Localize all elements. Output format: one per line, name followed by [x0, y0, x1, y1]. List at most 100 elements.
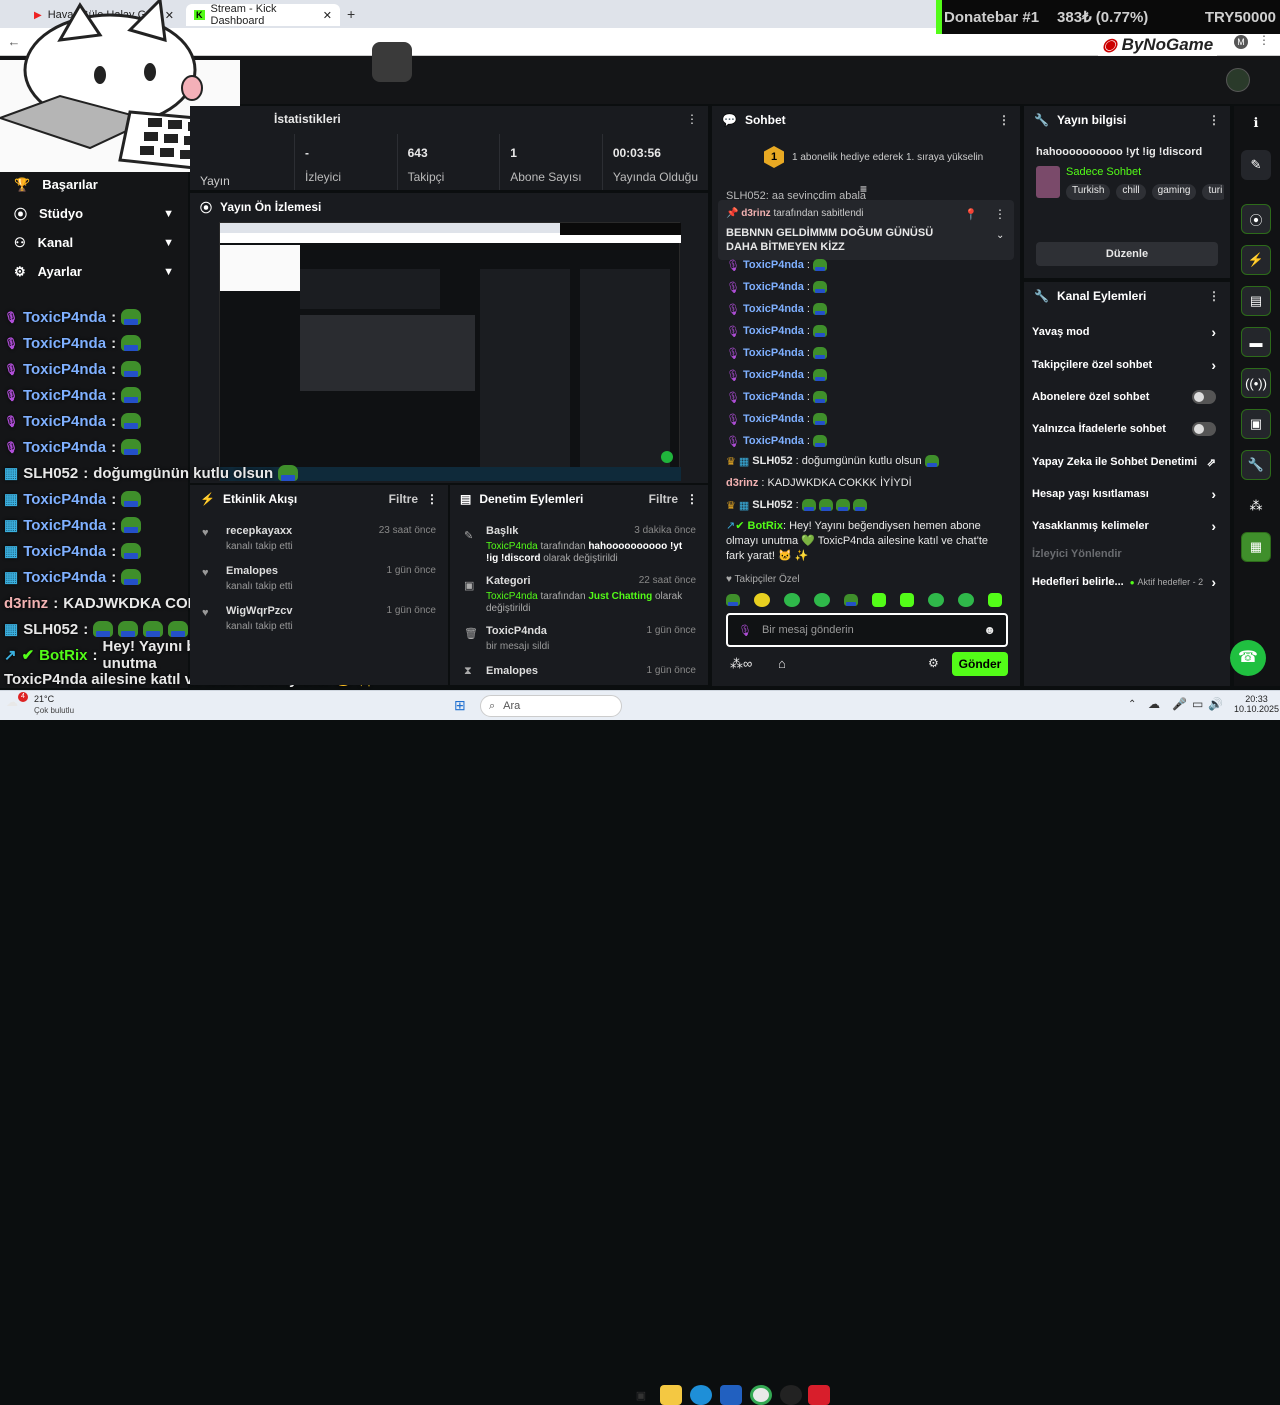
gift-prompt[interactable]: 1 abonelik hediye ederek 1. sıraya yükse…	[792, 152, 983, 163]
bynogame-logo: ◉ ByNoGame	[1098, 34, 1218, 56]
close-icon[interactable]: ✕	[165, 9, 174, 22]
mic-icon[interactable]: 🎤	[1172, 697, 1187, 711]
cloud-icon[interactable]: ☁	[1148, 697, 1160, 711]
notes-icon[interactable]: ▤	[1241, 286, 1271, 316]
volume-icon[interactable]: 🔊	[1208, 697, 1223, 711]
reload-icon[interactable]: ↻	[56, 34, 72, 50]
stat-followers: 643 Takipçi	[396, 134, 500, 190]
activity-menu-icon[interactable]: ⋮	[426, 492, 438, 506]
weather-icon[interactable]: ☁	[6, 695, 18, 709]
send-button[interactable]: Gönder	[952, 652, 1008, 676]
action-slow-mode[interactable]: Yavaş mod ›	[1026, 316, 1222, 348]
kick-logo-icon[interactable]	[42, 68, 56, 82]
pepe-emote-icon	[121, 543, 142, 559]
mic-icon: 🎙	[726, 325, 740, 338]
broadcast-icon[interactable]: ((•))	[1241, 368, 1271, 398]
store-icon[interactable]: ⌂	[778, 656, 786, 671]
overlay-chat-line: 🎙 ToxicP4nda:	[4, 434, 142, 460]
follower-mode-label: ♥ Takipçiler Özel	[726, 574, 800, 585]
chevron-down-icon[interactable]: ⌄	[996, 230, 1004, 241]
chat-message-bot: ↗✔ BotRix: Hey! Yayını beğendiysen hemen…	[726, 520, 989, 562]
action-followers-only[interactable]: Takipçilere özel sohbet ›	[1026, 349, 1222, 381]
brand-icon: ◉	[1102, 35, 1117, 54]
kick-icon: K	[194, 10, 205, 20]
sidebar-item-channel[interactable]: ⚇ Kanal ▼	[0, 228, 188, 257]
lightning-icon[interactable]: ⚡	[1241, 245, 1271, 275]
action-subscribers-only[interactable]: Abonelere özel sohbet	[1026, 381, 1222, 413]
profile-avatar[interactable]: M	[1234, 35, 1248, 49]
weather-badge: 4	[18, 692, 28, 702]
tag[interactable]: Turkish	[1066, 184, 1111, 200]
support-chat-button[interactable]: ☎	[1230, 640, 1266, 676]
chat-input[interactable]: 🎙 Bir mesaj gönderin ☻	[726, 613, 1008, 647]
new-tab-button[interactable]: +	[347, 6, 355, 22]
browser-tab-music[interactable]: ▶ Havar Güle Halay Gov ✕	[26, 4, 182, 26]
chrome-icon[interactable]	[750, 1385, 772, 1405]
community-icon[interactable]: ⁂∞	[730, 656, 752, 672]
close-icon[interactable]: ✕	[323, 9, 332, 22]
taskbar-search[interactable]: ⌕ Ara	[480, 695, 622, 717]
overlay-chat-line: ▦ SLH052: doğumgünün kutlu olsun	[4, 460, 299, 486]
donation-progress-fill	[936, 0, 942, 34]
stat-subscribers: 1 Abone Sayısı	[499, 134, 602, 190]
forward-icon[interactable]: →	[32, 34, 48, 50]
mic-icon: 🎙	[4, 337, 18, 350]
edge-icon[interactable]	[690, 1385, 712, 1405]
pinned-menu-icon[interactable]: ⋮	[994, 207, 1006, 221]
back-icon[interactable]: ←	[6, 34, 22, 50]
chat-settings-icon[interactable]: ⚙	[928, 656, 939, 670]
store-icon[interactable]	[720, 1385, 742, 1405]
tag[interactable]: chill	[1116, 184, 1146, 200]
chat-bubble-icon[interactable]: ▬	[1241, 327, 1271, 357]
file-explorer-icon[interactable]	[660, 1385, 682, 1405]
obs-icon[interactable]	[780, 1385, 802, 1405]
sidebar-item-settings[interactable]: ⚙ Ayarlar ▼	[0, 257, 188, 286]
pepe-emote-icon	[278, 465, 299, 481]
sidebar-item-achievements[interactable]: 🏆 Başarılar	[0, 170, 188, 199]
task-view-icon[interactable]: ▣	[630, 1385, 652, 1405]
camera-icon[interactable]: ⦿	[1241, 204, 1271, 234]
stats-menu-icon[interactable]: ⋮	[686, 112, 698, 126]
tag[interactable]: turi	[1202, 184, 1224, 200]
pinned-message[interactable]: 📌 d3rinz tarafından sabitlendi 📍 ⋮ BEBNN…	[718, 200, 1014, 260]
menu-icon[interactable]: ⋮	[1258, 33, 1270, 47]
moderation-menu-icon[interactable]: ⋮	[686, 492, 698, 506]
pepe-app-icon[interactable]: ▦	[1241, 532, 1271, 562]
edit-button[interactable]: Düzenle	[1036, 242, 1218, 266]
action-goals[interactable]: Hedefleri belirle... ● Aktif hedefler - …	[1026, 566, 1222, 598]
windows-start-icon[interactable]: ⊞	[454, 697, 466, 714]
activity-item: ♥ recepkayaxx 23 saat önce kanalı takip …	[202, 525, 436, 552]
badge-icon: ▦	[738, 455, 750, 468]
pencil-icon[interactable]: ✎	[1241, 150, 1271, 180]
tag[interactable]: gaming	[1151, 184, 1197, 200]
info-icon[interactable]: ℹ	[1241, 108, 1271, 138]
stream-info-menu-icon[interactable]: ⋮	[1208, 113, 1220, 127]
clock[interactable]: 20:33 10.10.2025	[1234, 694, 1279, 714]
user-avatar[interactable]	[1226, 68, 1250, 92]
moderation-filter-button[interactable]: Filtre	[649, 492, 678, 506]
action-ai-moderation[interactable]: Yapay Zeka ile Sohbet Denetimi ⇗	[1026, 446, 1222, 478]
action-account-age[interactable]: Hesap yaşı kısıtlaması ›	[1026, 478, 1222, 510]
chat-menu-icon[interactable]: ⋮	[998, 113, 1010, 127]
emote-bar[interactable]	[726, 590, 1006, 610]
layout-icon[interactable]: ▣	[1241, 409, 1271, 439]
network-icon[interactable]: ▭	[1192, 697, 1203, 711]
browser-tab-kick[interactable]: K Stream - Kick Dashboard ✕	[186, 3, 340, 27]
search-icon: ⌕	[489, 699, 496, 712]
tray-chevron-icon[interactable]: ⌃	[1128, 699, 1136, 710]
app-icon[interactable]	[808, 1385, 830, 1405]
mic-icon: 🎙	[4, 389, 18, 402]
community-icon[interactable]: ⁂	[1241, 491, 1271, 521]
channel-actions-menu-icon[interactable]: ⋮	[1208, 289, 1220, 303]
pepe-emote-icon	[924, 455, 939, 467]
unpin-icon[interactable]: 📍	[964, 208, 978, 221]
action-emote-only[interactable]: Yalnızca İfadelerle sohbet	[1026, 413, 1222, 445]
mic-icon: 🎙	[726, 413, 740, 426]
emoji-icon[interactable]: ☻	[983, 623, 996, 637]
activity-filter-button[interactable]: Filtre	[389, 492, 418, 506]
heart-icon: ♥	[726, 574, 732, 585]
crown-icon: ♛	[726, 455, 736, 468]
sidebar-item-studio[interactable]: ⦿ Stüdyo ▼	[0, 199, 188, 228]
wrench-icon[interactable]: 🔧	[1241, 450, 1271, 480]
category-name[interactable]: Sadece Sohbet	[1066, 166, 1141, 178]
